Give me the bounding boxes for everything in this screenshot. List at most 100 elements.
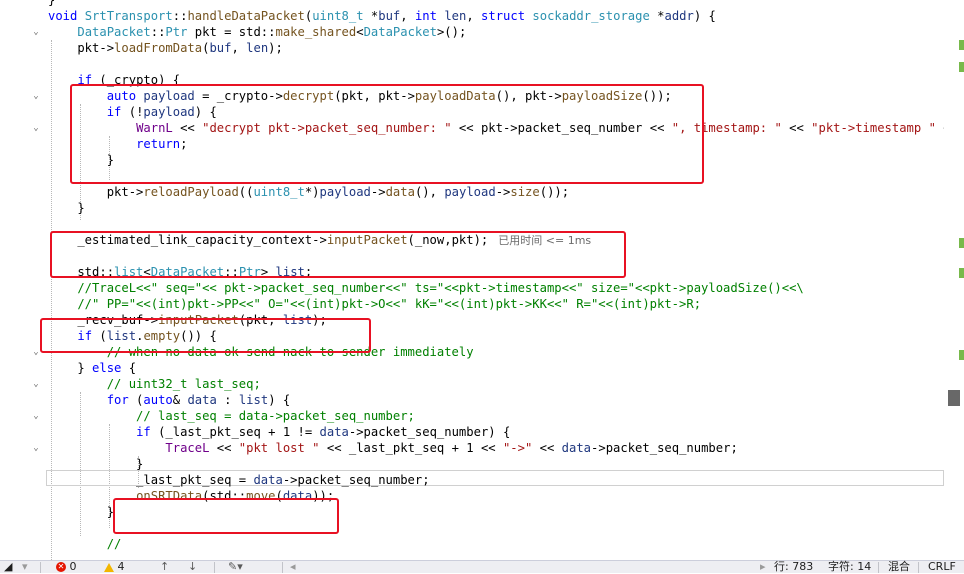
code-token: , [400, 9, 415, 23]
code-token: :: [172, 9, 188, 23]
fold-marker-icon[interactable]: ⌄ [31, 27, 41, 37]
divider [918, 562, 919, 573]
code-token: } [48, 505, 115, 519]
code-token: reloadPayload [143, 185, 239, 199]
code-token: -> [495, 185, 511, 199]
code-line[interactable]: //" PP="<<(int)pkt->PP<<" O="<<(int)pkt-… [48, 296, 701, 312]
code-token: DataPacket [363, 25, 437, 39]
code-token: { [121, 361, 137, 375]
code-token: << [209, 441, 239, 455]
fold-marker-icon[interactable]: ⌄ [31, 91, 41, 101]
warning-count: 4 [117, 560, 125, 573]
code-token: } [48, 201, 85, 215]
code-line[interactable]: pkt->loadFromData(buf, len); [48, 40, 283, 56]
code-token: ( [128, 393, 144, 407]
code-token: list [238, 393, 269, 407]
code-token: "pkt lost " [238, 441, 320, 455]
code-line[interactable]: // uint32_t last_seq; [48, 376, 261, 392]
code-token: auto [143, 393, 173, 407]
code-token: , [466, 9, 482, 23]
code-line[interactable]: for (auto& data : list) { [48, 392, 291, 408]
code-token: "->" [502, 441, 533, 455]
code-token: data [385, 185, 415, 199]
code-line[interactable]: } else { [48, 360, 136, 376]
code-line[interactable]: } [48, 504, 114, 520]
vertical-scrollbar[interactable] [944, 0, 964, 560]
code-token: (), [414, 185, 445, 199]
change-marker [959, 350, 964, 360]
code-token: // [48, 537, 122, 551]
code-token: _last_pkt_seq = [48, 473, 254, 487]
code-token: << [532, 441, 562, 455]
code-token: ->packet_seq_number; [591, 441, 738, 455]
fold-marker-icon[interactable]: ⌄ [31, 123, 41, 133]
code-token: payload [319, 185, 371, 199]
code-token: } [48, 457, 144, 471]
error-count: 0 [69, 560, 77, 573]
scrollbar-thumb[interactable] [948, 390, 960, 406]
annotation-box-crypto [70, 84, 704, 184]
code-line[interactable]: } [48, 0, 55, 8]
code-token: } [48, 0, 56, 7]
code-token: make_shared [275, 25, 357, 39]
code-token: payload [444, 185, 496, 199]
code-token: buf [378, 9, 401, 23]
code-token: pkt-> [48, 185, 144, 199]
code-token: len [246, 41, 269, 55]
code-line[interactable]: } [48, 200, 85, 216]
code-token: (( [238, 185, 254, 199]
code-token: uint8_t [253, 185, 305, 199]
code-token: struct [481, 9, 533, 23]
editor-gutter [0, 0, 46, 560]
code-token: loadFromData [114, 41, 203, 55]
code-token: //TraceL<<" seq="<< pkt->packet_seq_numb… [48, 281, 804, 295]
annotation-box-on-srt-data [113, 498, 339, 534]
code-line[interactable]: //TraceL<<" seq="<< pkt->packet_seq_numb… [48, 280, 804, 296]
change-marker [959, 238, 964, 248]
code-token: buf [209, 41, 232, 55]
code-line[interactable]: void SrtTransport::handleDataPacket(uint… [48, 8, 716, 24]
fold-marker-icon[interactable]: ⌄ [31, 443, 41, 453]
status-bar: ◢ ▾ ✕ 0 4 ↑ ↓ ✎▾ ◂ ▸ 行: 783 字符: 14 混合 CR… [0, 560, 964, 573]
code-line[interactable]: DataPacket::Ptr pkt = std::make_shared<D… [48, 24, 466, 40]
code-token: : [216, 393, 239, 407]
annotation-box-capacity [50, 231, 626, 278]
code-token: ->packet_seq_number; [282, 473, 430, 487]
code-token: pkt = std:: [187, 25, 276, 39]
divider [282, 562, 283, 573]
code-editor[interactable]: ⌄ ⌄ ⌄ ⌄ ⌄ ⌄ ⌄ } void SrtTransport::handle… [0, 0, 964, 560]
code-token: "pkt->timestamp " [811, 121, 936, 135]
code-token: // uint32_t last_seq; [48, 377, 261, 391]
code-token: :: [150, 25, 166, 39]
code-token: SrtTransport [84, 9, 173, 23]
annotation-box-recv-buf [40, 318, 371, 353]
code-line[interactable]: if (_last_pkt_seq + 1 != data->packet_se… [48, 424, 510, 440]
code-line[interactable]: _last_pkt_seq = data->packet_seq_number; [48, 472, 430, 488]
code-token: * [649, 9, 665, 23]
code-token: } [48, 361, 93, 375]
code-token: data [561, 441, 592, 455]
code-token: pkt-> [48, 41, 115, 55]
code-token: Ptr [165, 25, 188, 39]
code-token: void [48, 9, 85, 23]
divider [40, 562, 41, 573]
code-line[interactable]: pkt->reloadPayload((uint8_t*)payload->da… [48, 184, 569, 200]
code-line[interactable]: // [48, 536, 122, 552]
fold-marker-icon[interactable]: ⌄ [31, 379, 41, 389]
code-token: handleDataPacket [187, 9, 305, 23]
error-icon: ✕ [56, 562, 66, 572]
fold-marker-icon[interactable]: ⌄ [31, 411, 41, 421]
code-line[interactable]: // last_seq = data->packet_seq_number; [48, 408, 415, 424]
code-line[interactable]: } [48, 456, 143, 472]
code-token: < [356, 25, 364, 39]
divider [878, 562, 879, 573]
code-token: >(); [436, 25, 467, 39]
change-marker [959, 268, 964, 278]
code-token: * [363, 9, 379, 23]
code-line[interactable]: TraceL << "pkt lost " << _last_pkt_seq +… [48, 440, 738, 456]
code-token: ) { [693, 9, 716, 23]
